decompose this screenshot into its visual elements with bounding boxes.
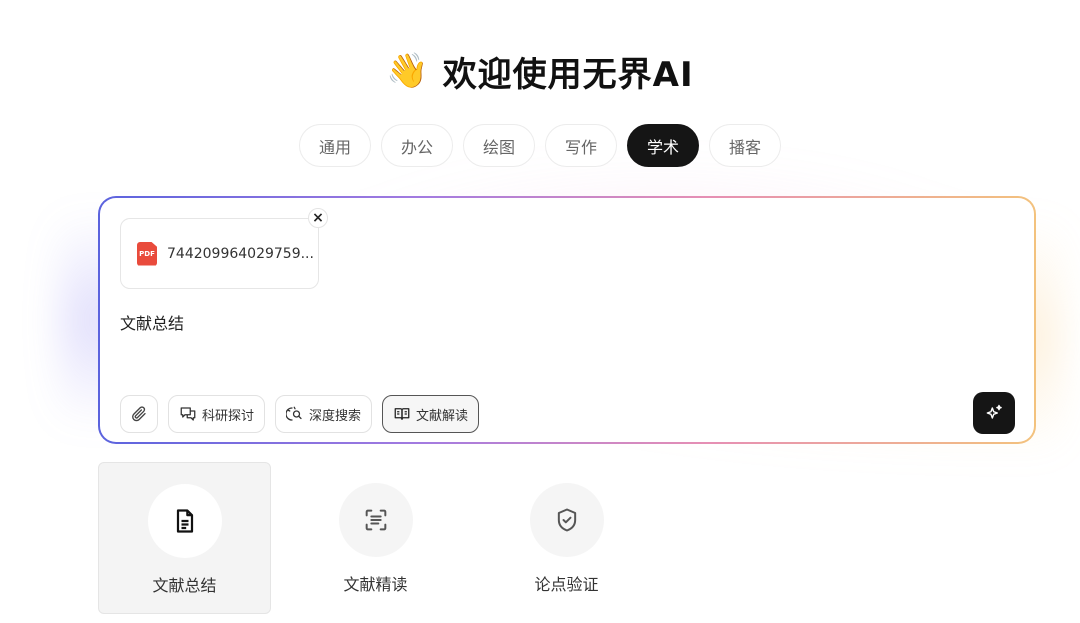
- attached-file-chip[interactable]: PDF 744209964029759...: [120, 218, 319, 289]
- card-label: 论点验证: [534, 575, 599, 594]
- tab-general[interactable]: 通用: [299, 124, 371, 167]
- tab-academic[interactable]: 学术: [627, 124, 699, 167]
- attached-file-name: 744209964029759...: [167, 245, 314, 262]
- attach-file-button[interactable]: [120, 395, 158, 433]
- tab-writing[interactable]: 写作: [545, 124, 617, 167]
- academic-feature-cards: 文献总结 文献精读 论点验证: [98, 462, 671, 614]
- composer-toolbar: 科研探讨 深度搜索 文献解读: [120, 395, 480, 433]
- pdf-icon: PDF: [137, 241, 157, 266]
- deep-search-icon: [286, 406, 302, 421]
- deep-search-label: 深度搜索: [309, 408, 362, 424]
- deep-search-button[interactable]: 深度搜索: [275, 395, 373, 433]
- card-label: 文献总结: [152, 576, 217, 595]
- card-icon-circle: [147, 484, 222, 558]
- chat-composer: PDF 744209964029759... × 科研探讨: [98, 196, 1036, 444]
- card-icon-circle: [338, 483, 413, 557]
- tab-office[interactable]: 办公: [381, 124, 453, 167]
- research-discussion-button[interactable]: 科研探讨: [168, 395, 266, 433]
- card-argument-verification[interactable]: 论点验证: [480, 462, 653, 614]
- chat-bubbles-icon: [180, 407, 196, 421]
- scan-text-icon: [365, 509, 386, 531]
- literature-reading-button[interactable]: 文献解读: [382, 395, 480, 433]
- page-title: 欢迎使用无界AI: [442, 54, 694, 95]
- welcome-header: 👋 欢迎使用无界AI: [0, 46, 1080, 96]
- card-label: 文献精读: [343, 575, 408, 594]
- document-icon: [176, 509, 193, 533]
- paperclip-icon: [132, 406, 146, 422]
- waving-hand-icon: 👋: [386, 51, 429, 91]
- tab-drawing[interactable]: 绘图: [463, 124, 535, 167]
- open-book-icon: [394, 408, 410, 420]
- card-literature-summary[interactable]: 文献总结: [98, 462, 271, 614]
- prompt-input[interactable]: [120, 310, 820, 334]
- category-tabs: 通用 办公 绘图 写作 学术 播客: [0, 124, 1080, 168]
- send-button[interactable]: [973, 392, 1015, 434]
- research-discussion-label: 科研探讨: [202, 408, 255, 424]
- card-icon-circle: [529, 483, 604, 557]
- shield-check-icon: [557, 508, 576, 532]
- remove-attachment-button[interactable]: ×: [308, 208, 328, 228]
- tab-podcast[interactable]: 播客: [709, 124, 781, 167]
- card-literature-close-reading[interactable]: 文献精读: [289, 462, 462, 614]
- sparkle-icon: [986, 404, 1002, 419]
- literature-reading-label: 文献解读: [416, 408, 469, 424]
